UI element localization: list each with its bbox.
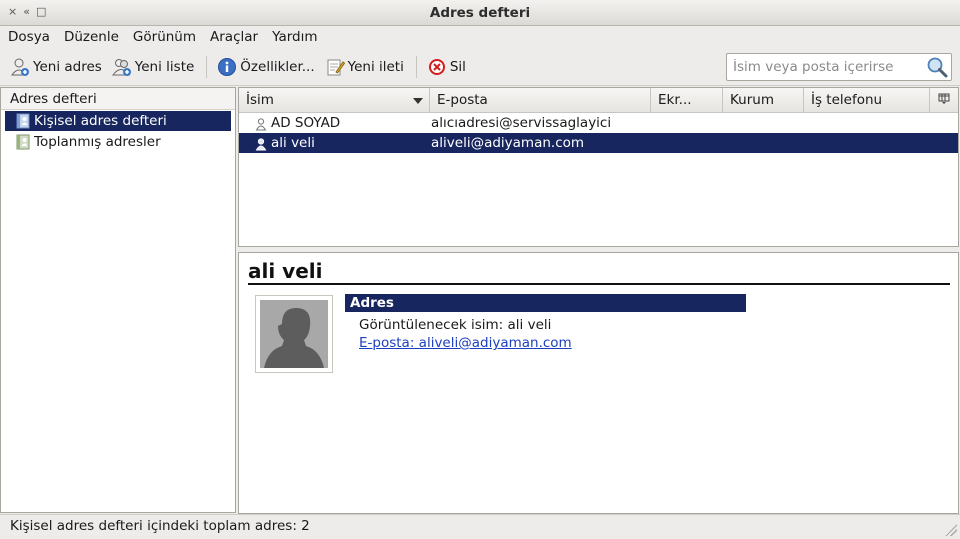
- menu-tools[interactable]: Araçlar: [210, 26, 265, 48]
- new-list-label: Yeni liste: [134, 58, 195, 75]
- column-header-email[interactable]: E-posta: [430, 88, 651, 112]
- title-bar: × « □ Adres defteri: [0, 0, 960, 26]
- address-book-icon: [15, 113, 31, 129]
- new-contact-icon: [10, 57, 30, 77]
- address-section-header: Adres: [345, 294, 746, 312]
- table-row[interactable]: AD SOYAD alıcıadresi@servissaglayici: [239, 113, 958, 133]
- contact-name: AD SOYAD: [271, 115, 341, 131]
- sidebar-item-personal-address-book[interactable]: Kişisel adres defteri: [5, 111, 231, 131]
- address-book-icon: [15, 134, 31, 150]
- contact-detail-pane: ali veli Adres Görüntülenecek isim: ali …: [238, 252, 959, 514]
- search-box[interactable]: [726, 53, 952, 81]
- menu-edit[interactable]: Düzenle: [64, 26, 126, 48]
- properties-label: Özellikler...: [240, 58, 315, 75]
- delete-label: Sil: [449, 58, 466, 75]
- sidebar-item-collected-addresses[interactable]: Toplanmış adresler: [5, 132, 231, 152]
- contact-name-cell: AD SOYAD: [239, 113, 431, 133]
- resize-grip[interactable]: [945, 524, 957, 536]
- new-message-label: Yeni ileti: [347, 58, 404, 75]
- column-header-organization[interactable]: Kurum: [723, 88, 804, 112]
- status-bar: Kişisel adres defteri içindeki toplam ad…: [0, 514, 960, 539]
- search-input[interactable]: [727, 54, 917, 80]
- toolbar: Yeni adres Yeni liste Özellikler... Yeni…: [0, 48, 960, 86]
- menu-view[interactable]: Görünüm: [133, 26, 203, 48]
- display-name-field: Görüntülenecek isim: ali veli: [359, 317, 552, 333]
- address-book-sidebar: Adres defteri Kişisel adres defteri Topl…: [0, 87, 236, 513]
- column-header-label: E-posta: [437, 92, 488, 108]
- toolbar-separator: [415, 55, 417, 78]
- contact-name: ali veli: [271, 135, 315, 151]
- delete-button[interactable]: Sil: [423, 52, 470, 82]
- column-header-label: Kurum: [730, 92, 774, 108]
- properties-button[interactable]: Özellikler...: [213, 52, 318, 82]
- contact-email: alıcıadresi@servissaglayici: [431, 115, 612, 131]
- menu-file[interactable]: Dosya: [8, 26, 57, 48]
- new-contact-button[interactable]: Yeni adres: [6, 52, 106, 82]
- column-picker-icon: [938, 93, 950, 104]
- delete-icon: [427, 57, 447, 77]
- column-header-label: İş telefonu: [811, 92, 883, 108]
- contact-email: aliveli@adiyaman.com: [431, 135, 585, 151]
- sidebar-item-label: Kişisel adres defteri: [34, 113, 167, 129]
- column-header-screen-name[interactable]: Ekr...: [651, 88, 723, 112]
- contact-display-name: ali veli: [248, 259, 323, 283]
- contact-photo: [255, 295, 333, 373]
- divider: [248, 283, 950, 285]
- email-link[interactable]: E-posta: aliveli@adiyaman.com: [359, 335, 572, 351]
- info-icon: [217, 57, 237, 77]
- column-picker-button[interactable]: [930, 88, 958, 112]
- new-contact-label: Yeni adres: [33, 58, 102, 75]
- new-list-icon: [111, 57, 132, 77]
- toolbar-separator: [206, 55, 208, 78]
- menu-bar: Dosya Düzenle Görünüm Araçlar Yardım: [0, 26, 960, 48]
- column-header-label: İsim: [246, 92, 274, 108]
- window-title: Adres defteri: [429, 5, 531, 21]
- table-row[interactable]: ali veli aliveli@adiyaman.com: [239, 133, 958, 153]
- avatar-placeholder-icon: [260, 300, 328, 368]
- contacts-list: İsim E-posta Ekr... Kurum İş telefonu AD…: [238, 87, 959, 247]
- new-message-button[interactable]: Yeni ileti: [321, 52, 408, 82]
- new-list-button[interactable]: Yeni liste: [108, 52, 199, 82]
- column-header-name[interactable]: İsim: [239, 88, 430, 112]
- compose-icon: [325, 57, 345, 77]
- sidebar-header: Adres defteri: [1, 88, 235, 110]
- status-text: Kişisel adres defteri içindeki toplam ad…: [10, 518, 310, 534]
- contact-icon: [255, 117, 267, 130]
- sidebar-item-label: Toplanmış adresler: [34, 134, 161, 150]
- column-headers: İsim E-posta Ekr... Kurum İş telefonu: [239, 88, 958, 113]
- contact-name-cell: ali veli: [239, 133, 431, 153]
- menu-help[interactable]: Yardım: [272, 26, 324, 48]
- sort-arrow-icon: [413, 98, 423, 104]
- column-header-label: Ekr...: [658, 92, 692, 108]
- magnifier-icon[interactable]: [926, 56, 948, 78]
- contact-icon: [255, 137, 267, 150]
- column-header-work-phone[interactable]: İş telefonu: [804, 88, 930, 112]
